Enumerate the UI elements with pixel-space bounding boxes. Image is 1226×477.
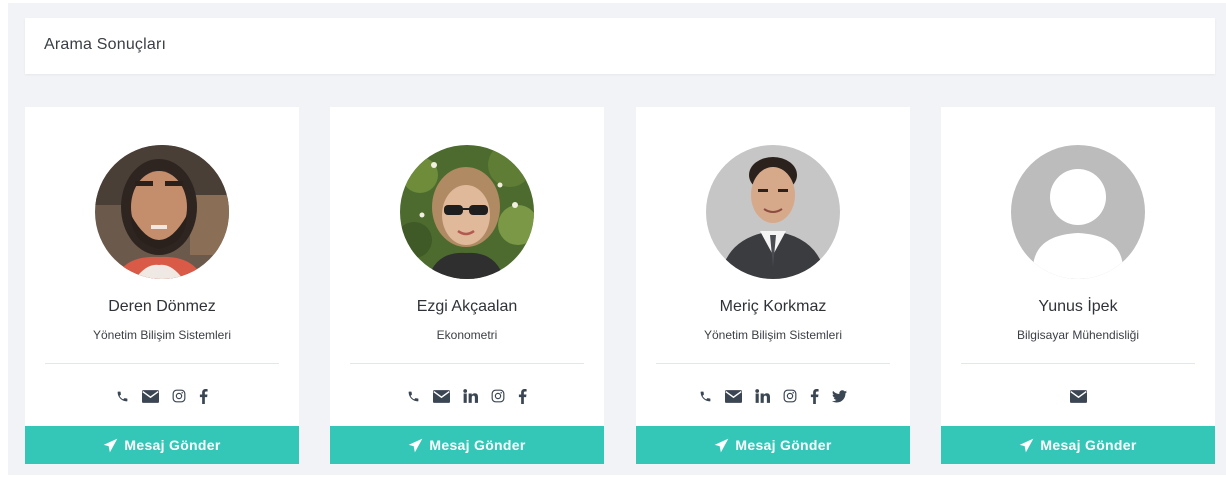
person-department: Yönetim Bilişim Sistemleri [92,328,232,342]
paper-plane-icon [1020,438,1034,452]
person-name: Ezgi Akçaalan [416,298,518,315]
person-department: Yönetim Bilişim Sistemleri [703,328,843,342]
profile-card: Deren Dönmez Yönetim Bilişim Sistemleri … [25,107,299,464]
contact-icons [941,385,1215,407]
instagram-icon[interactable] [783,389,797,403]
profile-card: Ezgi Akçaalan Ekonometri Mesaj Gönder [330,107,604,464]
phone-icon[interactable] [407,390,420,403]
linkedin-icon[interactable] [755,389,770,403]
phone-icon[interactable] [116,390,129,403]
send-message-button[interactable]: Mesaj Gönder [330,426,604,464]
facebook-icon[interactable] [810,388,819,404]
avatar[interactable] [400,145,534,279]
contact-icons [636,385,910,407]
person-name: Yunus İpek [1038,298,1118,315]
divider [961,363,1195,364]
page-title: Arama Sonuçları [44,36,167,53]
person-name: Deren Dönmez [108,298,216,315]
envelope-icon[interactable] [433,389,450,403]
envelope-icon[interactable] [142,389,159,403]
avatar[interactable] [95,145,229,279]
paper-plane-icon [104,438,118,452]
send-message-button[interactable]: Mesaj Gönder [941,426,1215,464]
envelope-icon[interactable] [1069,389,1087,403]
button-label: Mesaj Gönder [1040,437,1137,453]
facebook-icon[interactable] [518,388,527,404]
envelope-icon[interactable] [725,389,742,403]
paper-plane-icon [409,438,423,452]
avatar[interactable] [706,145,840,279]
paper-plane-icon [715,438,729,452]
instagram-icon[interactable] [491,389,505,403]
instagram-icon[interactable] [172,389,186,403]
button-label: Mesaj Gönder [429,437,526,453]
twitter-icon[interactable] [832,389,847,403]
avatar[interactable] [1011,145,1145,279]
button-label: Mesaj Gönder [735,437,832,453]
divider [350,363,584,364]
facebook-icon[interactable] [199,388,208,404]
phone-icon[interactable] [699,390,712,403]
divider [656,363,890,364]
divider [45,363,279,364]
person-department: Bilgisayar Mühendisliği [1016,328,1140,342]
profile-card: Yunus İpek Bilgisayar Mühendisliği Mesaj… [941,107,1215,464]
send-message-button[interactable]: Mesaj Gönder [25,426,299,464]
person-department: Ekonometri [436,328,498,342]
person-name: Meriç Korkmaz [719,298,827,315]
send-message-button[interactable]: Mesaj Gönder [636,426,910,464]
button-label: Mesaj Gönder [124,437,221,453]
profile-card: Meriç Korkmaz Yönetim Bilişim Sistemleri… [636,107,910,464]
contact-icons [330,385,604,407]
contact-icons [25,385,299,407]
results-header: Arama Sonuçları [25,18,1215,74]
linkedin-icon[interactable] [463,389,478,403]
